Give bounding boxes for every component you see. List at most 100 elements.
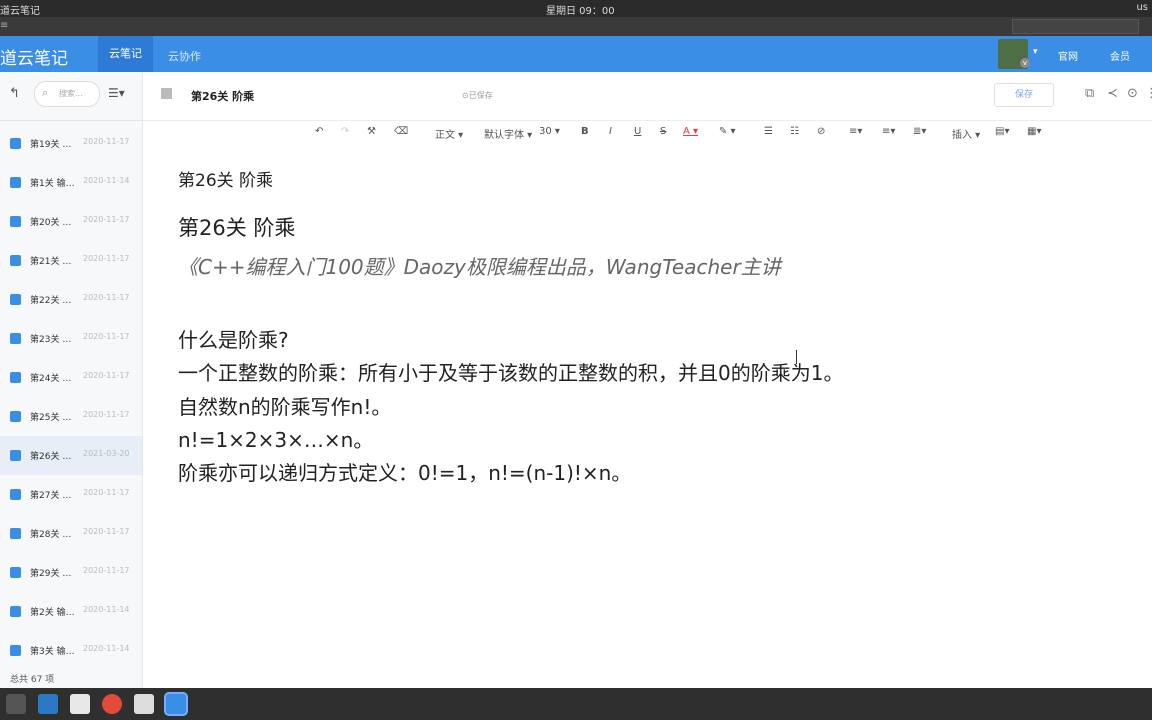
save-button[interactable]: 保存 xyxy=(994,83,1054,107)
indent-icon[interactable]: ≣▾ xyxy=(913,126,926,137)
note-icon xyxy=(10,372,21,383)
checklist-icon[interactable]: ⊘ xyxy=(817,126,825,137)
insert-menu[interactable]: 插入 ▾ xyxy=(952,126,980,141)
note-date: 2020-11-17 xyxy=(83,293,130,302)
note-list-item[interactable]: 第22关 … 2020-11-17 xyxy=(0,280,142,319)
chrome-icon[interactable] xyxy=(102,694,122,714)
note-list-item[interactable]: 第28关 … 2020-11-17 xyxy=(0,514,142,553)
keyboard-layout-indicator[interactable]: us xyxy=(1136,2,1148,13)
note-list-item[interactable]: 第1关 输… 2020-11-14 xyxy=(0,163,142,202)
note-date: 2021-03-20 xyxy=(83,449,130,458)
note-date: 2020-11-17 xyxy=(83,215,130,224)
tab-collaboration[interactable]: 云协作 xyxy=(168,48,201,64)
line-height-icon[interactable]: ≡▾ xyxy=(882,126,895,137)
note-list-item[interactable]: 第26关 … 2021-03-20 xyxy=(0,436,142,475)
underline-icon[interactable]: U xyxy=(634,126,641,137)
document-title[interactable]: 第26关 阶乘 xyxy=(191,88,254,104)
notepad-icon[interactable] xyxy=(70,694,90,714)
italic-icon[interactable]: I xyxy=(609,126,612,137)
search-input[interactable]: ⌕ 搜索... xyxy=(34,81,100,107)
align-icon[interactable]: ≡▾ xyxy=(849,126,862,137)
taskbar xyxy=(0,688,1152,720)
note-title: 第3关 输… xyxy=(30,647,75,657)
document-icon xyxy=(161,88,172,99)
table-icon[interactable]: ▦▾ xyxy=(1027,126,1041,137)
notes-app-icon[interactable] xyxy=(164,692,188,716)
font-color-icon[interactable]: A ▾ xyxy=(683,126,698,137)
note-list-item[interactable]: 第19关 … 2020-11-17 xyxy=(0,124,142,163)
note-title: 第1关 输… xyxy=(30,179,75,189)
note-title: 第20关 … xyxy=(30,218,72,228)
strikethrough-icon[interactable]: S xyxy=(660,126,666,137)
format-painter-icon[interactable]: ⚒ xyxy=(367,126,376,137)
save-status: ⊙已保存 xyxy=(462,91,493,100)
list-menu-icon[interactable]: ☰▾ xyxy=(108,86,125,100)
bold-icon[interactable]: B xyxy=(581,126,589,137)
doc-paragraph[interactable]: 什么是阶乘? xyxy=(178,324,289,353)
font-family-select[interactable]: 默认字体 ▾ xyxy=(484,126,532,141)
play-icon[interactable]: ⊙ xyxy=(1127,86,1138,101)
share-icon[interactable]: ≺ xyxy=(1107,86,1118,101)
note-list-item[interactable]: 第27关 … 2020-11-17 xyxy=(0,475,142,514)
note-icon xyxy=(10,528,21,539)
note-list-item[interactable]: 第25关 … 2020-11-17 xyxy=(0,397,142,436)
note-title: 第23关 … xyxy=(30,335,72,345)
doc-paragraph[interactable]: 自然数n的阶乘写作n!。 xyxy=(178,391,391,420)
note-title: 第29关 … xyxy=(30,569,72,579)
editor-header: 第26关 阶乘 ⊙已保存 保存 ⧉ ≺ ⊙ ⋮ xyxy=(143,72,1152,121)
terminal-icon[interactable] xyxy=(6,694,26,714)
note-list-item[interactable]: 第24关 … 2020-11-17 xyxy=(0,358,142,397)
clear-format-icon[interactable]: ⌫ xyxy=(394,126,408,137)
membership-link[interactable]: 会员 xyxy=(1110,48,1130,63)
undo-icon[interactable]: ↶ xyxy=(315,126,323,137)
note-list-item[interactable]: 第23关 … 2020-11-17 xyxy=(0,319,142,358)
highlight-icon[interactable]: ✎ ▾ xyxy=(719,126,736,137)
doc-subtitle[interactable]: 《C++编程入门100题》Daozy极限编程出品，WangTeacher主讲 xyxy=(178,251,781,280)
note-list-item[interactable]: 第29关 … 2020-11-17 xyxy=(0,553,142,592)
search-placeholder: 搜索... xyxy=(59,89,83,98)
note-title: 第19关 … xyxy=(30,140,72,150)
numbered-list-icon[interactable]: ☷ xyxy=(790,126,799,137)
template-icon[interactable]: ▤▾ xyxy=(995,126,1009,137)
window-menu-icon[interactable]: ≡ xyxy=(0,20,8,31)
note-title: 第27关 … xyxy=(30,491,72,501)
doc-heading-small[interactable]: 第26关 阶乘 xyxy=(178,166,273,191)
note-date: 2020-11-17 xyxy=(83,137,130,146)
doc-paragraph[interactable]: 一个正整数的阶乘：所有小于及等于该数的正整数的积，并且0的阶乘为1。 xyxy=(178,357,843,386)
window-controls[interactable] xyxy=(1012,19,1139,34)
redo-icon[interactable]: ↷ xyxy=(341,126,349,137)
note-title: 第24关 … xyxy=(30,374,72,384)
note-list-item[interactable]: 第20关 … 2020-11-17 xyxy=(0,202,142,241)
notes-sidebar: ↰ ⌕ 搜索... ☰▾ 第19关 … 2020-11-17 第1关 输… 2020-… xyxy=(0,72,143,688)
note-icon xyxy=(10,450,21,461)
paragraph-style-select[interactable]: 正文 ▾ xyxy=(435,126,463,141)
more-icon[interactable]: ⋮ xyxy=(1145,86,1152,101)
note-count: 总共 67 项 xyxy=(10,675,55,685)
note-icon xyxy=(10,333,21,344)
note-list-item[interactable]: 第3关 输… 2020-11-14 xyxy=(0,631,142,670)
back-icon[interactable]: ↰ xyxy=(9,86,20,101)
calculator-icon[interactable] xyxy=(134,694,154,714)
vscode-icon[interactable] xyxy=(38,694,58,714)
note-icon xyxy=(10,606,21,617)
note-icon xyxy=(10,294,21,305)
doc-paragraph[interactable]: n!=1×2×3×…×n。 xyxy=(178,424,373,453)
note-list-item[interactable]: 第2关 输… 2020-11-14 xyxy=(0,592,142,631)
note-icon xyxy=(10,567,21,578)
official-site-link[interactable]: 官网 xyxy=(1058,48,1078,63)
doc-heading[interactable]: 第26关 阶乘 xyxy=(178,212,295,242)
chevron-down-icon[interactable]: ▾ xyxy=(1033,47,1038,57)
bullet-list-icon[interactable]: ☰ xyxy=(764,126,773,137)
copy-icon[interactable]: ⧉ xyxy=(1085,86,1094,101)
note-date: 2020-11-17 xyxy=(83,254,130,263)
font-size-select[interactable]: 30 ▾ xyxy=(539,126,560,137)
note-list-item[interactable]: 第21关 … 2020-11-17 xyxy=(0,241,142,280)
doc-paragraph[interactable]: 阶乘亦可以递归方式定义：0!=1，n!=(n-1)!×n。 xyxy=(178,457,631,486)
app-menu[interactable]: 道云笔记 xyxy=(0,2,40,17)
font-size-value: 30 xyxy=(539,126,552,137)
paragraph-style-value: 正文 xyxy=(435,130,455,141)
tab-cloud-notes[interactable]: 云笔记 xyxy=(98,36,153,72)
note-icon xyxy=(10,411,21,422)
note-date: 2020-11-17 xyxy=(83,371,130,380)
system-top-bar: 道云笔记 星期日 09：00 us xyxy=(0,0,1152,17)
